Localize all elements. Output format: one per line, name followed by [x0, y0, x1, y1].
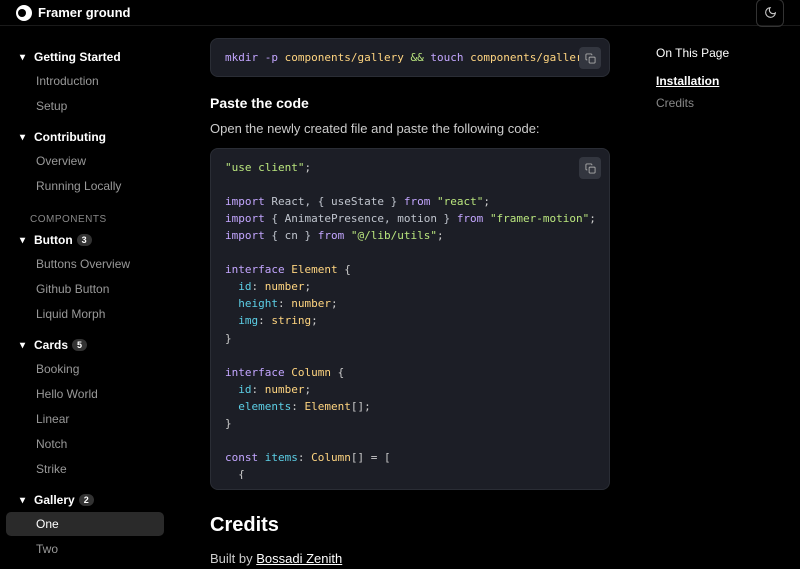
sidebar-item-booking[interactable]: Booking	[6, 357, 164, 381]
paste-code-description: Open the newly created file and paste th…	[210, 121, 610, 136]
chevron-down-icon: ▾	[20, 340, 30, 351]
source-code-block: "use client"; import React, { useState }…	[210, 148, 610, 490]
copy-icon	[585, 53, 596, 64]
sidebar-section-cards[interactable]: ▾ Cards 5	[0, 334, 170, 356]
author-link[interactable]: Bossadi Zenith	[256, 551, 342, 566]
chevron-down-icon: ▾	[20, 132, 30, 143]
top-bar: Framer ground	[0, 0, 800, 26]
brand-name: Framer ground	[38, 5, 130, 20]
copy-icon	[585, 163, 596, 174]
sidebar-item-overview[interactable]: Overview	[6, 149, 164, 173]
sidebar-item-setup[interactable]: Setup	[6, 94, 164, 118]
chevron-down-icon: ▾	[20, 52, 30, 63]
sidebar: ▾ Getting Started Introduction Setup ▾ C…	[0, 26, 180, 569]
sidebar-item-running-locally[interactable]: Running Locally	[6, 174, 164, 198]
toc-item-installation[interactable]: Installation	[656, 70, 784, 92]
chevron-down-icon: ▾	[20, 235, 30, 246]
shell-command-code: mkdir -p components/gallery && touch com…	[225, 49, 595, 66]
sidebar-item-gallery-one[interactable]: One	[6, 512, 164, 536]
sidebar-item-introduction[interactable]: Introduction	[6, 69, 164, 93]
sidebar-item-linear[interactable]: Linear	[6, 407, 164, 431]
source-code[interactable]: "use client"; import React, { useState }…	[225, 159, 595, 479]
sidebar-section-getting-started[interactable]: ▾ Getting Started	[0, 46, 170, 68]
theme-toggle-button[interactable]	[756, 0, 784, 27]
chevron-down-icon: ▾	[20, 495, 30, 506]
sidebar-section-contributing[interactable]: ▾ Contributing	[0, 126, 170, 148]
sidebar-section-gallery[interactable]: ▾ Gallery 2	[0, 489, 170, 511]
built-by-line: Built by Bossadi Zenith	[210, 551, 610, 566]
main-content: mkdir -p components/gallery && touch com…	[180, 26, 640, 569]
toc-item-credits[interactable]: Credits	[656, 92, 784, 114]
paste-code-heading: Paste the code	[210, 95, 610, 111]
table-of-contents: On This Page Installation Credits	[640, 26, 800, 569]
count-badge: 2	[79, 494, 94, 506]
brand-logo[interactable]: Framer ground	[16, 5, 130, 21]
shell-command-block: mkdir -p components/gallery && touch com…	[210, 38, 610, 77]
sidebar-item-buttons-overview[interactable]: Buttons Overview	[6, 252, 164, 276]
logo-icon	[16, 5, 32, 21]
copy-button[interactable]	[579, 47, 601, 69]
sidebar-item-strike[interactable]: Strike	[6, 457, 164, 481]
count-badge: 5	[72, 339, 87, 351]
sidebar-section-button[interactable]: ▾ Button 3	[0, 229, 170, 251]
toc-title: On This Page	[656, 46, 784, 60]
sidebar-item-hello-world[interactable]: Hello World	[6, 382, 164, 406]
sidebar-item-liquid-morph[interactable]: Liquid Morph	[6, 302, 164, 326]
sidebar-item-gallery-two[interactable]: Two	[6, 537, 164, 561]
moon-icon	[764, 6, 777, 19]
credits-heading: Credits	[210, 514, 610, 537]
count-badge: 3	[77, 234, 92, 246]
sidebar-components-label: COMPONENTS	[0, 206, 170, 229]
sidebar-item-notch[interactable]: Notch	[6, 432, 164, 456]
sidebar-item-github-button[interactable]: Github Button	[6, 277, 164, 301]
copy-button[interactable]	[579, 157, 601, 179]
